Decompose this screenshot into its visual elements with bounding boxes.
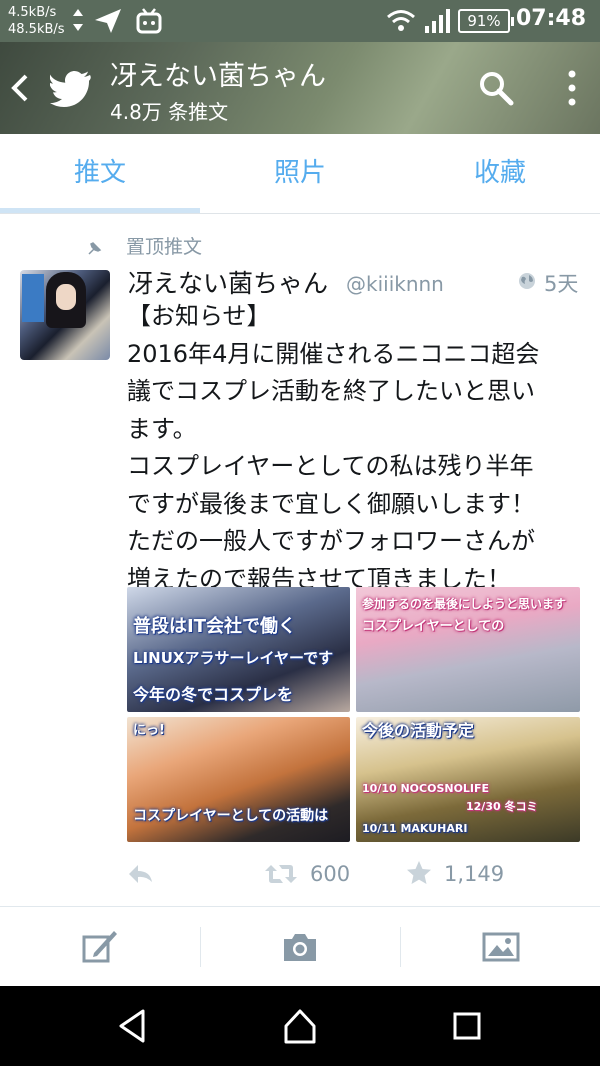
compose-bar (0, 906, 600, 986)
network-speed: 4.5kB/s 48.5kB/s (8, 4, 65, 38)
media-caption: 12/30 冬コミ (466, 800, 538, 813)
media-image-3[interactable]: にっ! コスプレイヤーとしての活動は (127, 717, 350, 842)
media-caption: LINUXアラサーレイヤーです (133, 649, 334, 667)
tweet-line: 議でコスプレ活動を終了したいと思い (127, 377, 535, 405)
media-caption: 今年の冬でコスプレを (133, 685, 294, 704)
nav-recents-icon[interactable] (447, 1006, 487, 1046)
compose-icon[interactable] (80, 925, 120, 969)
pin-icon (88, 241, 102, 255)
media-caption: コスプレイヤーとしての (362, 619, 505, 634)
retweet-icon[interactable] (264, 862, 298, 886)
upload-speed: 4.5kB/s (8, 5, 57, 20)
media-caption: 普段はIT会社で働く (133, 616, 296, 637)
avatar-sign (22, 274, 44, 322)
download-speed: 48.5kB/s (8, 22, 65, 37)
nav-back-icon[interactable] (113, 1006, 153, 1046)
status-bar: 4.5kB/s 48.5kB/s 91% 07:48 (0, 0, 600, 42)
media-caption: 参加するのを最後にしようと思います (362, 597, 567, 611)
more-vertical-icon[interactable] (560, 68, 584, 108)
tab-favorites[interactable]: 收藏 (400, 134, 600, 214)
pinned-text: 置顶推文 (126, 236, 203, 258)
tweet-line: 2016年4月に開催されるニコニコ超会 (127, 339, 540, 368)
media-caption: コスプレイヤーとしての活動は (133, 808, 329, 824)
send-icon (95, 9, 121, 33)
favorite-count: 1,149 (444, 862, 505, 886)
profile-header: 冴えない菌ちゃん 4.8万 条推文 (0, 42, 600, 134)
signal-icon (425, 9, 450, 33)
author-handle[interactable]: @kiiiknnn (346, 272, 444, 296)
tweet-actions: 600 1,149 (0, 852, 600, 898)
profile-tabs: 推文 照片 收藏 (0, 134, 600, 214)
reply-icon[interactable] (126, 862, 154, 886)
data-arrows-icon (73, 9, 83, 31)
media-image-1[interactable]: 普段はIT会社で働く LINUXアラサーレイヤーです 今年の冬でコスプレを (127, 587, 350, 712)
pinned-label: 置顶推文 (86, 232, 202, 259)
globe-icon (519, 273, 535, 289)
battery-indicator: 91% (458, 9, 514, 33)
tweet-count: 4.8万 条推文 (110, 100, 229, 124)
tweet-text: 【お知らせ】 2016年4月に開催されるニコニコ超会 議でコスプレ活動を終了した… (127, 298, 589, 598)
nav-home-icon[interactable] (280, 1006, 320, 1046)
system-nav-bar (0, 986, 600, 1066)
page-title: 冴えない菌ちゃん (110, 61, 326, 92)
author-name[interactable]: 冴えない菌ちゃん (128, 264, 328, 300)
media-caption: にっ! (133, 723, 165, 738)
tweet-line: ただの一般人ですがフォロワーさんが (127, 527, 535, 555)
divider (200, 927, 201, 967)
active-tab-indicator (0, 208, 200, 213)
search-icon[interactable] (478, 70, 514, 106)
avatar[interactable] (20, 270, 110, 360)
tweet-line: ます。 (127, 414, 197, 443)
media-image-4[interactable]: 今後の活動予定 10/10 NOCOSNOLIFE 12/30 冬コミ 10/1… (356, 717, 580, 842)
clock: 07:48 (515, 6, 586, 31)
media-image-2[interactable]: 参加するのを最後にしようと思います コスプレイヤーとしての (356, 587, 580, 712)
bilibili-icon (136, 8, 162, 34)
star-icon[interactable] (406, 860, 432, 886)
media-caption: 10/10 NOCOSNOLIFE (362, 782, 490, 795)
media-caption: 今後の活動予定 (362, 721, 475, 740)
tab-tweets[interactable]: 推文 (0, 134, 200, 214)
wifi-icon (387, 10, 415, 31)
twitter-bird-icon (50, 71, 91, 107)
battery-level: 91% (467, 12, 501, 30)
tweet-age: 5天 (544, 272, 579, 296)
retweet-count: 600 (310, 862, 351, 886)
tab-photos[interactable]: 照片 (200, 134, 400, 214)
image-icon[interactable] (481, 925, 521, 969)
avatar-face (56, 284, 76, 310)
camera-icon[interactable] (280, 925, 320, 969)
media-caption: 10/11 MAKUHARI (362, 822, 468, 835)
tweet-line: コスプレイヤーとしての私は残り半年 (127, 452, 534, 480)
tweet-line: ですが最後まで宜しく御願いします！ (127, 489, 535, 518)
chevron-left-icon[interactable] (8, 70, 32, 106)
divider (400, 927, 401, 967)
tweet-line: 【お知らせ】 (127, 302, 271, 330)
